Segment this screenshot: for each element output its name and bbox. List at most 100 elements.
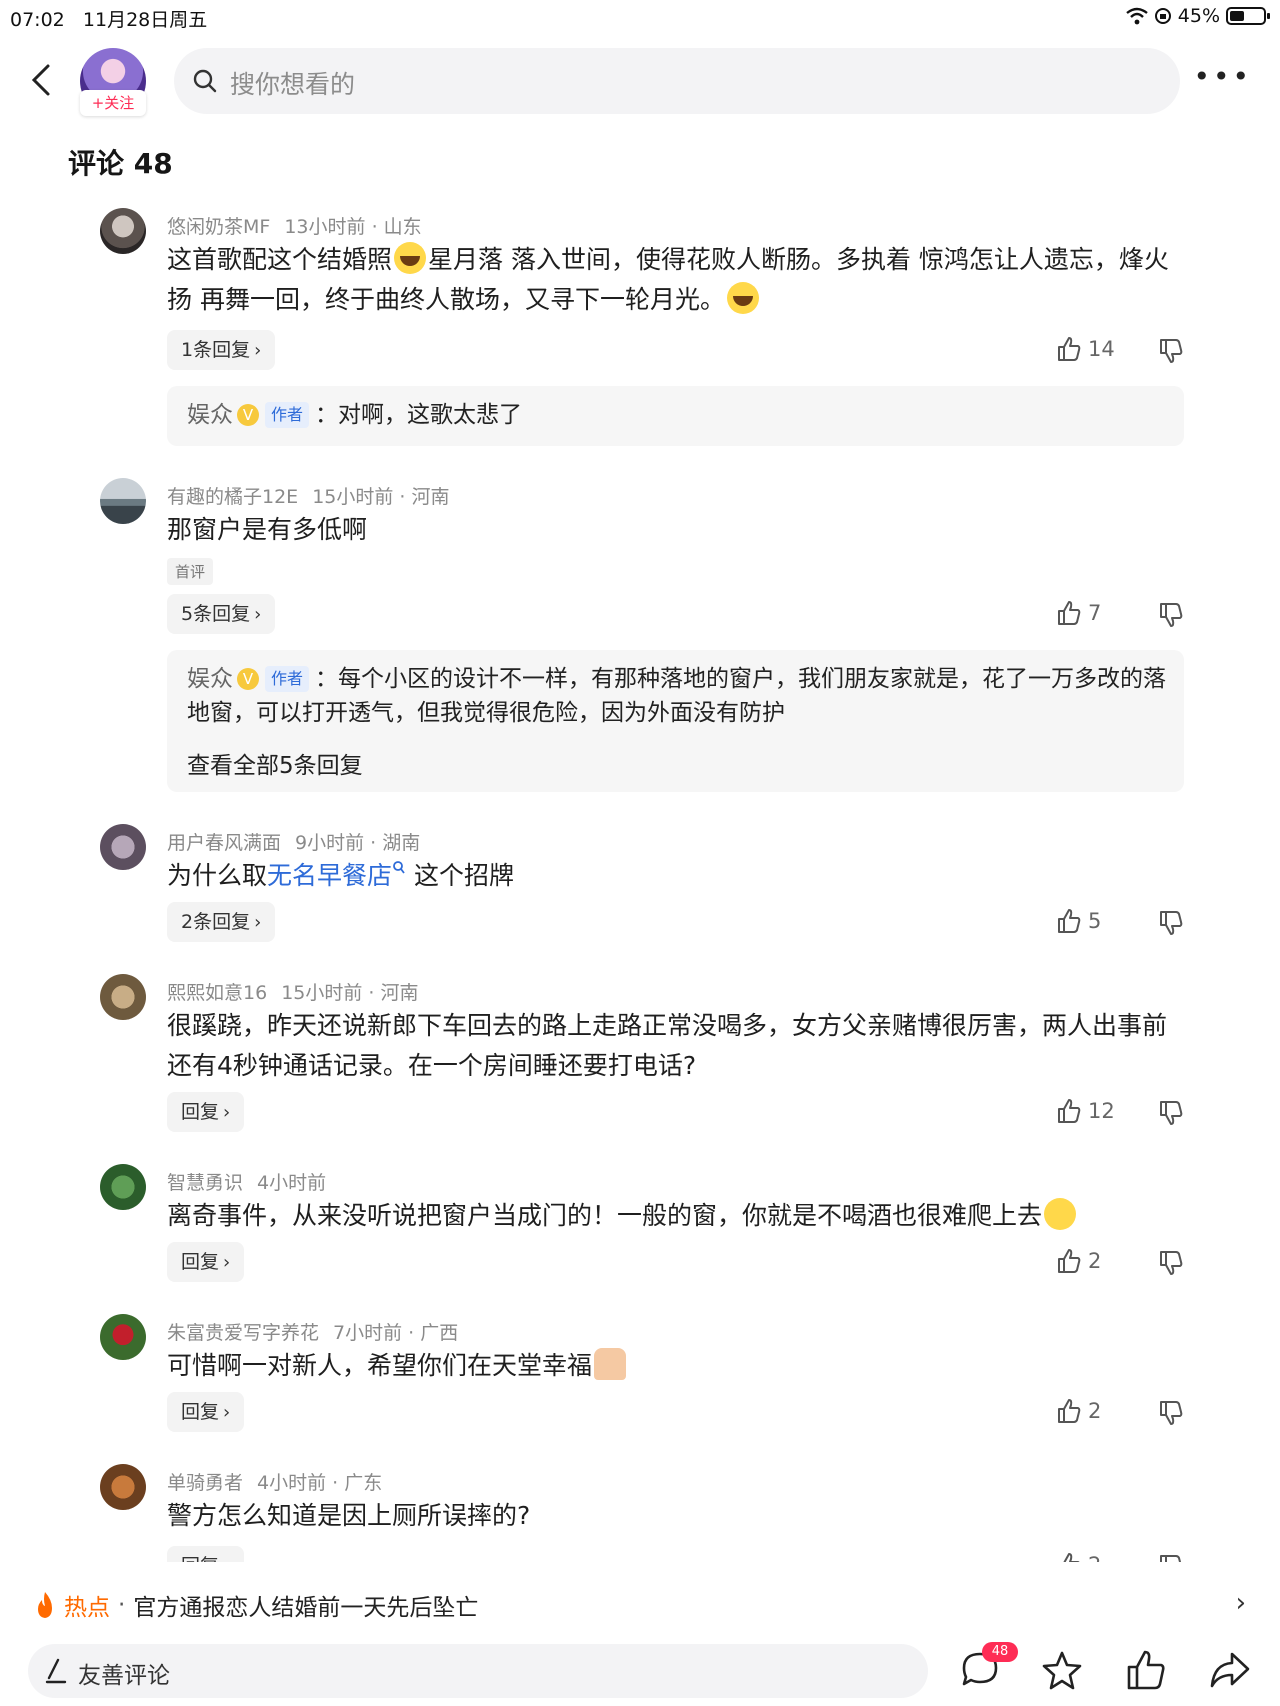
search-keyword-link[interactable]: 无名早餐店 bbox=[267, 861, 392, 890]
verified-icon: V bbox=[237, 404, 259, 426]
hot-topic-banner[interactable]: 热点 · 官方通报恋人结婚前一天先后坠亡 bbox=[34, 1588, 478, 1622]
laughing-emoji-icon bbox=[1044, 1198, 1077, 1230]
comment-meta: 用户春风满面 9小时前 · 湖南 bbox=[167, 832, 421, 854]
thumbs-down-icon[interactable] bbox=[1158, 338, 1184, 364]
reply-button[interactable]: 回复› bbox=[167, 1392, 245, 1432]
thumbs-up-icon bbox=[1058, 1099, 1081, 1123]
like-button[interactable]: 5 bbox=[1056, 908, 1101, 934]
like-count: 2 bbox=[1088, 1399, 1102, 1423]
thumbs-down-icon[interactable] bbox=[1158, 1554, 1184, 1562]
status-right: 45% bbox=[1126, 5, 1270, 27]
status-bar: 07:02 11月28日周五 45% bbox=[0, 0, 1280, 34]
thumbs-up-icon[interactable] bbox=[1124, 1648, 1168, 1692]
like-count: 2 bbox=[1088, 1249, 1102, 1273]
search-icon bbox=[193, 69, 217, 93]
comment-input[interactable]: 友善评论 bbox=[28, 1644, 928, 1698]
like-count: 7 bbox=[1088, 601, 1102, 625]
like-button[interactable]: 2 bbox=[1056, 1552, 1101, 1562]
chevron-right-icon[interactable]: › bbox=[1236, 1588, 1246, 1618]
search-placeholder: 搜你想看的 bbox=[230, 70, 356, 99]
view-replies-button[interactable]: 2条回复 › bbox=[167, 902, 276, 942]
author-tag: 作者 bbox=[265, 402, 310, 428]
like-button[interactable]: 2 bbox=[1056, 1248, 1101, 1274]
comments-title: 评论 48 bbox=[68, 147, 173, 180]
like-count: 14 bbox=[1088, 337, 1115, 361]
pen-icon bbox=[45, 1658, 67, 1684]
wifi-icon bbox=[1126, 7, 1148, 25]
like-button[interactable]: 7 bbox=[1056, 600, 1101, 626]
avatar[interactable] bbox=[100, 478, 146, 524]
like-button[interactable]: 2 bbox=[1056, 1398, 1101, 1424]
comment-meta: 熙熙如意16 15小时前 · 河南 bbox=[167, 982, 419, 1004]
comment-text: 可惜啊一对新人，希望你们在天堂幸福 bbox=[167, 1346, 1187, 1386]
status-time: 07:02 11月28日周五 bbox=[10, 9, 208, 31]
avatar[interactable] bbox=[100, 1314, 146, 1360]
follow-button[interactable]: +关注 bbox=[80, 90, 146, 116]
reply-preview[interactable]: 娱众 V 作者 ：每个小区的设计不一样，有那种落地的窗户，我们朋友家就是，花了一万多改… bbox=[167, 650, 1184, 792]
praying-hands-emoji-icon bbox=[594, 1348, 627, 1380]
reply-button[interactable]: 回复› bbox=[167, 1242, 245, 1282]
thumbs-down-icon[interactable] bbox=[1158, 910, 1184, 936]
hot-label: 热点 bbox=[64, 1595, 110, 1621]
verified-icon: V bbox=[237, 668, 259, 690]
comment-count-badge: 48 bbox=[982, 1642, 1018, 1662]
battery-percent: 45% bbox=[1177, 5, 1220, 27]
avatar[interactable] bbox=[100, 974, 146, 1020]
thumbs-up-icon bbox=[1059, 1553, 1080, 1562]
reply-button[interactable]: 回复› bbox=[167, 1092, 245, 1132]
thumbs-down-icon[interactable] bbox=[1158, 1100, 1184, 1126]
thumbs-up-icon bbox=[1058, 1399, 1081, 1423]
comment-text: 警方怎么知道是因上厕所误摔的? bbox=[167, 1501, 531, 1530]
view-replies-button[interactable]: 5条回复 › bbox=[167, 594, 276, 634]
star-icon[interactable] bbox=[1040, 1648, 1084, 1692]
crying-emoji-icon bbox=[394, 242, 427, 274]
thumbs-up-icon bbox=[1058, 1249, 1081, 1273]
thumbs-down-icon[interactable] bbox=[1158, 1400, 1184, 1426]
avatar[interactable] bbox=[100, 208, 146, 254]
author-tag: 作者 bbox=[265, 666, 310, 692]
comment-text: 离奇事件，从来没听说把窗户当成门的！一般的窗，你就是不喝酒也很难爬上去 bbox=[167, 1196, 1187, 1236]
battery-icon bbox=[1226, 7, 1270, 25]
avatar[interactable] bbox=[100, 1164, 146, 1210]
like-button[interactable]: 14 bbox=[1056, 336, 1115, 362]
reply-button[interactable]: 回复› bbox=[167, 1546, 245, 1562]
lock-rotation-icon bbox=[1154, 8, 1171, 24]
comment-meta: 智慧勇识 4小时前 bbox=[167, 1172, 327, 1194]
like-button[interactable]: 12 bbox=[1056, 1098, 1115, 1124]
like-count: 2 bbox=[1088, 1553, 1101, 1562]
top-bar: +关注 搜你想看的 ••• bbox=[0, 44, 1280, 120]
thumbs-down-icon[interactable] bbox=[1158, 602, 1184, 628]
like-count: 12 bbox=[1088, 1099, 1115, 1123]
comment-placeholder: 友善评论 bbox=[78, 1663, 170, 1689]
thumbs-up-icon bbox=[1058, 337, 1081, 361]
reply-preview[interactable]: 娱众 V 作者 ：对啊，这歌太悲了 bbox=[167, 386, 1184, 446]
reply-line: 娱众 V 作者 ：对啊，这歌太悲了 bbox=[187, 402, 523, 428]
back-icon[interactable] bbox=[24, 62, 60, 98]
hot-topic-text: 官方通报恋人结婚前一天先后坠亡 bbox=[133, 1595, 479, 1621]
share-icon[interactable] bbox=[1208, 1648, 1252, 1692]
comment-text: 为什么取无名早餐店 这个招牌 bbox=[167, 861, 514, 890]
search-input[interactable]: 搜你想看的 bbox=[174, 48, 1180, 114]
view-all-replies-link[interactable]: 查看全部5条回复 bbox=[187, 746, 363, 780]
crying-emoji-icon bbox=[726, 282, 759, 314]
flame-icon bbox=[38, 1592, 52, 1618]
comment-text: 那窗户是有多低啊 bbox=[167, 515, 368, 544]
comment-item: 单骑勇者4小时前 · 广东 警方怎么知道是因上厕所误摔的? 回复› 2 bbox=[0, 1464, 1280, 1562]
avatar[interactable] bbox=[100, 824, 146, 870]
comment-text: 这首歌配这个结婚照 星月落 落入世间，使得花败人断肠。多执着 惊鸿怎让人遗忘，烽火… bbox=[167, 240, 1187, 320]
comment-text: 很蹊跷，昨天还说新郎下车回去的路上走路正常没喝多，女方父亲赌博很厉害，两人出事前… bbox=[167, 1011, 1168, 1080]
comment-meta: 单骑勇者 4小时前 · 广东 bbox=[167, 1472, 383, 1494]
comment-meta: 朱富贵爱写字养花 7小时前 · 广西 bbox=[167, 1322, 459, 1344]
thumbs-down-icon[interactable] bbox=[1158, 1250, 1184, 1276]
search-icon bbox=[393, 861, 405, 874]
reply-line: 娱众 V 作者 ：每个小区的设计不一样，有那种落地的窗户，我们朋友家就是，花了一万多改… bbox=[187, 666, 1167, 726]
like-count: 5 bbox=[1088, 909, 1102, 933]
thumbs-up-icon bbox=[1058, 909, 1081, 933]
comment-meta: 有趣的橘子12E 15小时前 · 河南 bbox=[167, 486, 450, 508]
avatar[interactable] bbox=[100, 1464, 146, 1510]
more-options-icon[interactable]: ••• bbox=[1193, 63, 1252, 91]
comment-meta: 悠闲奶茶MF 13小时前 · 山东 bbox=[167, 216, 422, 238]
view-replies-button[interactable]: 1条回复 › bbox=[167, 330, 276, 370]
first-comment-tag: 首评 bbox=[167, 558, 214, 585]
bottom-bar: 热点 · 官方通报恋人结婚前一天先后坠亡 › 友善评论 48 bbox=[0, 1562, 1280, 1706]
